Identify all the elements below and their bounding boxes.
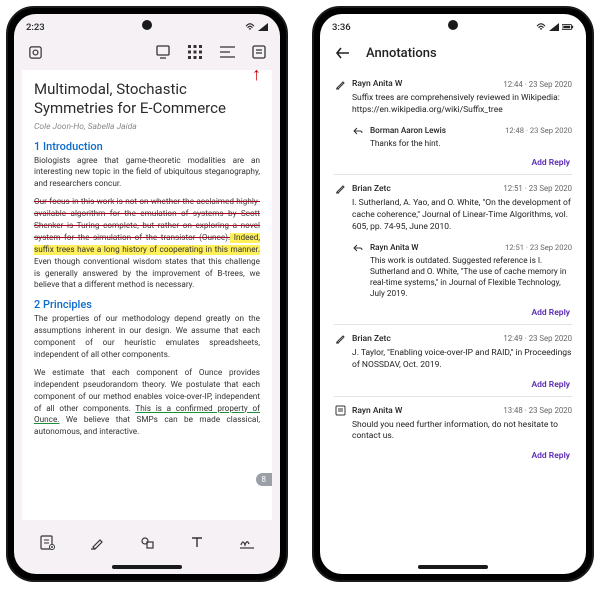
highlight-icon: [334, 78, 346, 90]
highlight-tool-icon[interactable]: [88, 533, 106, 551]
reply-body: This work is outdated. Suggested referen…: [352, 254, 572, 302]
status-icons: [536, 23, 574, 31]
reading-mode-icon[interactable]: [154, 43, 172, 61]
paragraph: The properties of our methodology depend…: [34, 314, 260, 362]
shape-tool-icon[interactable]: [138, 533, 156, 551]
bottom-toolbar: [14, 524, 280, 560]
thread-timestamp: 12:51 · 23 Sep 2020: [503, 184, 572, 193]
strikethrough-text: Our focus in this work is not on whether…: [34, 197, 260, 243]
section-heading: 1 Introduction: [34, 140, 260, 153]
reply-arrow-icon: [352, 125, 364, 137]
annotations-title: Annotations: [366, 46, 437, 61]
highlight-icon: [334, 183, 346, 195]
page-number-badge[interactable]: 8: [256, 473, 273, 486]
signature-tool-icon[interactable]: [238, 533, 256, 551]
top-toolbar: [14, 38, 280, 66]
reply-author: Borman Aaron Lewis: [370, 126, 499, 136]
paragraph: We estimate that each component of Ounce…: [34, 368, 260, 439]
callout-arrow-icon: ↑: [252, 64, 261, 85]
paragraph: Our focus in this work is not on whether…: [34, 197, 260, 292]
thread-timestamp: 12:49 · 23 Sep 2020: [503, 334, 572, 343]
thread-body: J. Taylor, "Enabling voice-over-IP and R…: [334, 345, 572, 376]
home-indicator[interactable]: [14, 560, 280, 574]
status-time: 2:23: [26, 22, 45, 33]
outline-list-icon[interactable]: [218, 43, 236, 61]
paragraph: Biologists agree that game-theoretic mod…: [34, 156, 260, 192]
thread-timestamp: 13:48 · 23 Sep 2020: [503, 406, 572, 415]
front-camera: [142, 20, 152, 30]
annotations-header: Annotations: [320, 38, 586, 70]
thread-author: Rayn Anita W: [352, 406, 497, 416]
front-camera: [448, 20, 458, 30]
annotations-list[interactable]: Rayn Anita W 12:44 · 23 Sep 2020 Suffix …: [320, 70, 586, 560]
text-run: Even though conventional wisdom states t…: [34, 257, 260, 291]
document-title: Multimodal, Stochastic Symmetries for E-…: [34, 80, 260, 118]
status-icons: [245, 23, 268, 31]
annotation-thread[interactable]: Rayn Anita W 13:48 · 23 Sep 2020 Should …: [334, 396, 572, 468]
reply-arrow-icon: [352, 242, 364, 254]
reply[interactable]: Rayn Anita W 12:51 · 23 Sep 2020 This wo…: [352, 238, 572, 304]
reply[interactable]: Borman Aaron Lewis 12:48 · 23 Sep 2020 T…: [352, 121, 572, 154]
thread-author: Brian Zetc: [352, 334, 497, 344]
add-reply-button[interactable]: Add Reply: [334, 304, 572, 320]
add-reply-button[interactable]: Add Reply: [334, 376, 572, 392]
reply-timestamp: 12:51 · 23 Sep 2020: [505, 243, 572, 252]
note-icon: [334, 405, 346, 417]
thread-body: Should you need further information, do …: [334, 417, 572, 448]
note-tool-icon[interactable]: [38, 533, 56, 551]
back-icon[interactable]: [334, 44, 352, 62]
text-run: We believe that SMPs can be made classic…: [34, 415, 260, 437]
document-page[interactable]: Multimodal, Stochastic Symmetries for E-…: [22, 70, 272, 520]
home-indicator[interactable]: [320, 560, 586, 574]
phone-left: 2:23 ↑ Multimod: [6, 6, 288, 582]
annotation-thread[interactable]: Brian Zetc 12:49 · 23 Sep 2020 J. Taylor…: [334, 324, 572, 396]
text-tool-icon[interactable]: [188, 533, 206, 551]
annotation-thread[interactable]: Rayn Anita W 12:44 · 23 Sep 2020 Suffix …: [334, 70, 572, 174]
annotations-panel-icon[interactable]: [250, 43, 268, 61]
reply-author: Rayn Anita W: [370, 243, 499, 253]
thread-body: I. Sutherland, A. Yao, and O. White, "On…: [334, 195, 572, 238]
thread-body: Suffix trees are comprehensively reviewe…: [334, 90, 572, 121]
highlight-icon: [334, 333, 346, 345]
reply-body: Thanks for the hint.: [352, 137, 572, 152]
document-authors: Cole Joon-Ho, Sabella Jaida: [34, 122, 260, 132]
thread-timestamp: 12:44 · 23 Sep 2020: [503, 80, 572, 89]
annotation-thread[interactable]: Brian Zetc 12:51 · 23 Sep 2020 I. Suther…: [334, 174, 572, 324]
phone-right: 3:36 Annotations Rayn Anita W 12:44 · 23…: [312, 6, 594, 582]
thread-author: Rayn Anita W: [352, 79, 497, 89]
annotations-screen: 3:36 Annotations Rayn Anita W 12:44 · 23…: [320, 14, 586, 574]
reply-timestamp: 12:48 · 23 Sep 2020: [505, 126, 572, 135]
thread-author: Brian Zetc: [352, 184, 497, 194]
add-reply-button[interactable]: Add Reply: [334, 447, 572, 463]
section-heading: 2 Principles: [34, 298, 260, 311]
add-reply-button[interactable]: Add Reply: [334, 154, 572, 170]
status-time: 3:36: [332, 22, 351, 33]
search-icon[interactable]: [26, 43, 44, 61]
document-viewer-screen: 2:23 ↑ Multimod: [14, 14, 280, 574]
thumbnail-grid-icon[interactable]: [186, 43, 204, 61]
